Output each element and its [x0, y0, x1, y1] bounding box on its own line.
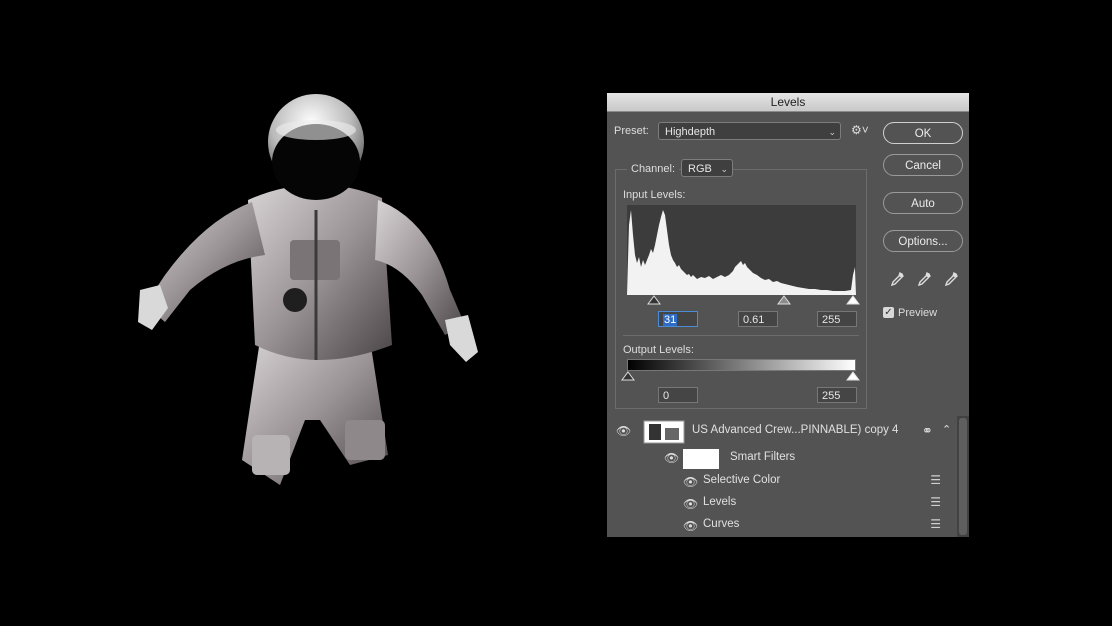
filter-row[interactable]: 👁 Levels ☰	[607, 492, 957, 514]
filter-row[interactable]: 👁 Curves ☰	[607, 514, 957, 536]
black-eyedropper-icon[interactable]	[889, 271, 905, 287]
gray-eyedropper-icon[interactable]	[916, 271, 932, 287]
preset-select[interactable]: Highdepth ⌄	[658, 122, 841, 140]
eye-icon[interactable]: 👁	[683, 475, 698, 489]
eye-icon[interactable]: 👁	[683, 519, 698, 533]
preview-label: Preview	[898, 307, 938, 319]
output-black-field[interactable]: 0	[658, 387, 698, 403]
smart-filters-label: Smart Filters	[730, 451, 796, 463]
input-levels-label: Input Levels:	[623, 189, 686, 201]
eye-icon[interactable]: 👁	[664, 451, 679, 465]
output-white-field[interactable]: 255	[817, 387, 857, 403]
filter-name: Levels	[703, 496, 737, 508]
filter-options-icon[interactable]: ⚭	[922, 423, 933, 439]
ok-button[interactable]: OK	[883, 122, 963, 144]
output-levels-label: Output Levels:	[623, 344, 694, 356]
astronaut-image	[138, 94, 478, 485]
levels-dialog: Levels Preset: Highdepth ⌄ ⚙˅ Channel: R…	[607, 93, 969, 537]
gamma-slider[interactable]	[777, 295, 791, 305]
scrollbar-thumb[interactable]	[959, 418, 967, 535]
filter-options-icon[interactable]: ☰	[930, 495, 941, 509]
output-black-slider[interactable]	[621, 371, 635, 381]
black-point-slider[interactable]	[647, 295, 661, 305]
filter-options-icon[interactable]: ☰	[930, 517, 941, 531]
input-white-field[interactable]: 255	[817, 311, 857, 327]
preview-checkbox[interactable]: ✓	[883, 307, 894, 318]
dialog-title: Levels	[607, 93, 969, 112]
chevron-down-icon: ⌄	[720, 164, 728, 174]
options-button[interactable]: Options...	[883, 230, 963, 252]
chevron-up-icon[interactable]: ⌃	[942, 423, 951, 436]
channel-value: RGB	[688, 163, 712, 175]
gear-icon[interactable]: ⚙˅	[851, 123, 869, 137]
smart-object-icon	[643, 420, 685, 444]
layers-scrollbar[interactable]	[957, 416, 969, 537]
input-gamma-field[interactable]: 0.61	[738, 311, 778, 327]
white-point-slider[interactable]	[846, 295, 860, 305]
cancel-button[interactable]: Cancel	[883, 154, 963, 176]
channel-label: Channel:	[627, 163, 680, 175]
divider	[623, 335, 859, 336]
filter-name: Curves	[703, 518, 740, 530]
eye-icon[interactable]: 👁	[683, 497, 698, 511]
preset-value: Highdepth	[665, 126, 716, 138]
layer-name: US Advanced Crew...PINNABLE) copy 4	[692, 424, 899, 436]
smart-filter-mask	[683, 449, 719, 469]
filter-options-icon[interactable]: ☰	[930, 473, 941, 487]
channel-select[interactable]: RGB ⌄	[681, 159, 733, 177]
auto-button[interactable]: Auto	[883, 192, 963, 214]
output-gradient	[627, 359, 856, 371]
layers-panel: 👁 US Advanced Crew...PINNABLE) copy 4 ⚭ …	[607, 416, 969, 537]
input-black-field[interactable]: 31	[658, 311, 698, 327]
filter-row[interactable]: 👁 Selective Color ☰	[607, 470, 957, 492]
chevron-down-icon: ⌄	[828, 127, 836, 137]
white-eyedropper-icon[interactable]	[943, 271, 959, 287]
preset-label: Preset:	[614, 125, 649, 137]
layer-row[interactable]: 👁 US Advanced Crew...PINNABLE) copy 4 ⚭ …	[607, 416, 957, 446]
eye-icon[interactable]: 👁	[616, 424, 631, 438]
histogram	[627, 205, 856, 295]
filter-name: Selective Color	[703, 474, 781, 486]
smart-filters-row[interactable]: 👁 Smart Filters	[607, 446, 957, 470]
input-black-value: 31	[663, 314, 678, 326]
output-white-slider[interactable]	[846, 371, 860, 381]
